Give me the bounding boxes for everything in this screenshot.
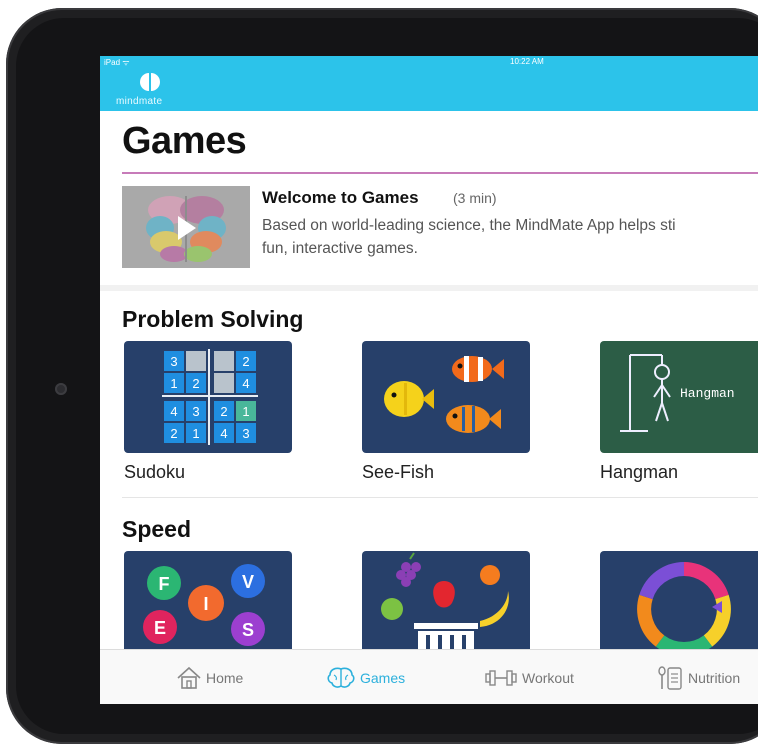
status-time: 10:22 AM xyxy=(510,57,544,66)
sudoku-digit: 3 xyxy=(170,354,177,369)
banana-icon xyxy=(480,591,509,627)
section-divider xyxy=(100,285,758,291)
sudoku-grid-icon: 3 21 2 44 3 2 12 1 4 3 xyxy=(162,349,258,445)
sudoku-digit: 4 xyxy=(170,404,177,419)
nutrition-icon xyxy=(658,666,682,690)
fruit-basket-icon xyxy=(381,552,509,657)
sudoku-digit: 2 xyxy=(242,354,249,369)
tab-label: Home xyxy=(206,670,244,686)
fish-icon xyxy=(384,356,504,433)
sudoku-digit: 4 xyxy=(242,376,249,391)
play-icon[interactable] xyxy=(178,216,196,240)
intro-duration: (3 min) xyxy=(453,190,497,206)
sudoku-digit: 2 xyxy=(192,376,199,391)
front-camera xyxy=(55,383,67,395)
sudoku-digit: 1 xyxy=(170,376,177,391)
game-tile-see-fish[interactable] xyxy=(362,341,530,453)
game-tile-fruit-catch[interactable] xyxy=(362,551,530,663)
title-divider xyxy=(122,172,758,174)
game-tile-hangman[interactable]: Hangman xyxy=(600,341,758,453)
bubble-letter: V xyxy=(242,572,254,592)
sudoku-digit: 3 xyxy=(242,426,249,441)
bubble-letter: E xyxy=(154,618,166,638)
mindmate-logo-icon xyxy=(140,73,160,91)
tab-workout[interactable]: Workout xyxy=(484,665,574,691)
sudoku-digit: 2 xyxy=(220,404,227,419)
tab-home[interactable]: Home xyxy=(176,665,243,691)
row-divider xyxy=(122,497,758,498)
sudoku-cell xyxy=(214,373,234,393)
intro-description-line: Based on world-leading science, the Mind… xyxy=(262,217,676,234)
game-tile-sudoku[interactable]: 3212443212143 xyxy=(124,341,292,453)
color-wheel-icon xyxy=(637,562,731,656)
intro-description: Based on world-leading science, the Mind… xyxy=(262,214,758,260)
tab-label: Games xyxy=(360,670,406,686)
home-icon xyxy=(177,666,201,689)
page-title: Games xyxy=(122,120,247,162)
apple-icon xyxy=(381,598,403,620)
bubble-letter: S xyxy=(242,620,254,640)
brand-name: mindmate xyxy=(116,96,163,107)
bubble-letter: F xyxy=(159,574,170,594)
game-label-sudoku[interactable]: Sudoku xyxy=(124,462,185,483)
strawberry-icon xyxy=(433,581,455,608)
tab-label: Workout xyxy=(522,670,574,686)
tab-label: Nutrition xyxy=(688,670,741,686)
tab-nutrition[interactable]: Nutrition xyxy=(656,665,740,691)
tab-games[interactable]: Games xyxy=(326,665,405,691)
sudoku-cell xyxy=(214,351,234,371)
dumbbell-icon xyxy=(485,670,517,686)
letter-bubbles-icon: F V I E S xyxy=(143,564,265,646)
intro-title[interactable]: Welcome to Games xyxy=(262,188,419,208)
hangman-word: Hangman xyxy=(680,386,735,401)
sudoku-cell xyxy=(186,351,206,371)
sudoku-digit: 3 xyxy=(192,404,199,419)
sudoku-digit: 2 xyxy=(170,426,177,441)
orange-icon xyxy=(480,565,500,585)
app-screen: iPad ᯤ 10:22 AM mindmate Games Welcome t… xyxy=(100,56,758,704)
intro-description-line: fun, interactive games. xyxy=(262,240,418,257)
sudoku-digit: 1 xyxy=(242,404,249,419)
brain-icon xyxy=(327,667,355,688)
game-label-hangman[interactable]: Hangman xyxy=(600,462,678,483)
section-title-problem-solving: Problem Solving xyxy=(122,306,304,332)
app-header: iPad ᯤ 10:22 AM mindmate xyxy=(100,56,758,111)
gallows-icon: Hangman xyxy=(620,354,735,432)
game-label-see-fish[interactable]: See-Fish xyxy=(362,462,434,483)
status-device: iPad ᯤ xyxy=(104,58,130,67)
sudoku-digit: 1 xyxy=(192,426,199,441)
bottom-tab-bar: Home Games Workout Nutrition xyxy=(100,649,758,704)
section-title-speed: Speed xyxy=(122,516,192,542)
bubble-letter: I xyxy=(203,594,208,614)
game-tile-letter-bubbles[interactable]: F V I E S xyxy=(124,551,292,663)
grapes-icon xyxy=(396,562,421,587)
sudoku-digit: 4 xyxy=(220,426,227,441)
game-tile-color-ring[interactable] xyxy=(600,551,758,663)
